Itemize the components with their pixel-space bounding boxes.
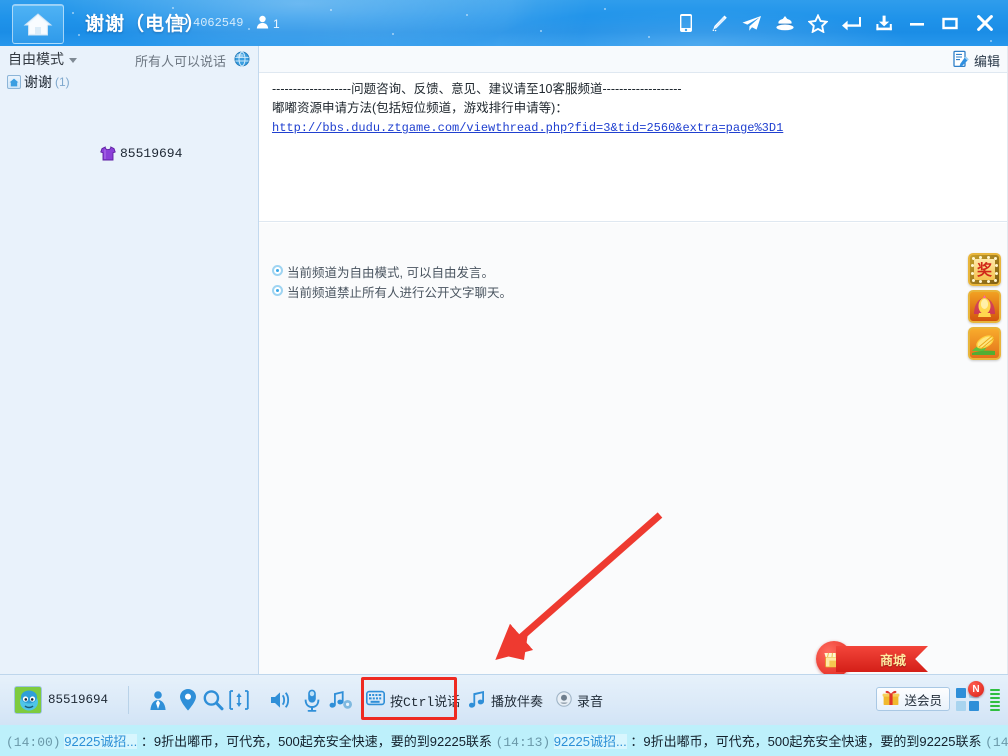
star-favorite-icon[interactable]	[801, 0, 834, 46]
search-icon[interactable]	[200, 687, 226, 713]
ticker-user: 92225诚招...	[64, 734, 137, 749]
music-note-icon	[469, 690, 486, 711]
close-icon[interactable]	[966, 0, 1004, 46]
corn-gift-icon[interactable]	[968, 327, 1001, 360]
broadcast-ticker[interactable]: (14:00) 92225诚招... ：9折出嘟币，可代充，500起充安全快速，…	[0, 725, 1008, 756]
avatar[interactable]	[14, 686, 42, 714]
home-icon	[23, 11, 53, 37]
bullet-dot-icon	[272, 285, 283, 296]
channel-sidebar: 自由模式 所有人可以说话 谢谢 (1)	[0, 46, 259, 674]
vertical-resize-icon[interactable]	[226, 687, 252, 713]
home-button[interactable]	[12, 4, 64, 44]
sidebar-channel-item[interactable]: 谢谢 (1)	[0, 72, 259, 92]
channel-mode-selector[interactable]: 自由模式	[8, 49, 77, 69]
system-message: 当前频道禁止所有人进行公开文字聊天。	[272, 282, 512, 301]
speak-permission-label: 所有人可以说话	[135, 51, 226, 70]
bullet-dot-icon	[272, 265, 283, 276]
gift-vip-label: 送会员	[904, 690, 942, 709]
easter-egg-icon[interactable]	[968, 290, 1001, 323]
ticker-user: 92225诚招...	[554, 734, 627, 749]
notice-line-2: 嘟嘟资源申请方法(包括短位频道，游戏排行申请等)：	[272, 99, 995, 118]
channel-user-count: (1)	[55, 75, 70, 89]
airplane-icon[interactable]	[735, 0, 768, 46]
officer-cap-icon[interactable]	[768, 0, 801, 46]
edit-notice-button[interactable]: 编辑	[952, 50, 1000, 71]
gift-vip-button[interactable]: 送会员	[876, 687, 950, 711]
record-circle-icon	[556, 691, 572, 710]
notice-line-1: -------------------问题咨询、反馈、意见、建议请至10客服频道…	[272, 80, 995, 99]
volume-level-icon[interactable]	[990, 689, 1000, 711]
speaker-volume-icon[interactable]	[268, 687, 294, 713]
divider	[128, 686, 129, 714]
room-id-label: ID	[177, 16, 188, 28]
member-count-value: 1	[273, 17, 280, 31]
dudu-voice-chat-window: 谢谢（电信） ID 4062549 1	[0, 0, 1008, 756]
channel-name: 谢谢	[24, 72, 52, 92]
system-message-text: 当前频道为自由模式, 可以自由发言。	[287, 262, 494, 281]
notice-link[interactable]: http://bbs.dudu.ztgame.com/viewthread.ph…	[272, 119, 783, 138]
record-button[interactable]: 录音	[556, 687, 603, 713]
location-pin-icon[interactable]	[175, 687, 201, 713]
status-badge: N	[968, 681, 984, 697]
globe-icon[interactable]	[234, 51, 250, 72]
member-count: 1	[256, 15, 280, 32]
shop-button[interactable]: 商城	[836, 646, 928, 672]
channel-home-icon	[7, 75, 21, 89]
chat-message-area: 当前频道为自由模式, 可以自由发言。 当前频道禁止所有人进行公开文字聊天。 奖	[259, 223, 1008, 674]
push-to-talk-label: 按Ctrl说话	[390, 691, 460, 710]
maximize-icon[interactable]	[933, 0, 966, 46]
music-settings-icon[interactable]	[328, 687, 354, 713]
channel-mode-label: 自由模式	[8, 49, 64, 69]
mobile-phone-icon[interactable]	[669, 0, 702, 46]
list-item[interactable]: 85519694	[0, 143, 259, 163]
ticker-text: ：9折出嘟币，可代充，500起充安全快速，要的到92225联系	[141, 734, 492, 749]
gift-box-icon	[882, 690, 900, 709]
edit-notice-label: 编辑	[974, 51, 1000, 70]
list-item-label: 85519694	[120, 146, 182, 161]
room-id-value: 4062549	[193, 16, 243, 30]
push-to-talk-button[interactable]: 按Ctrl说话	[366, 687, 460, 713]
play-accompaniment-button[interactable]: 播放伴奏	[469, 687, 543, 713]
person-tie-icon[interactable]	[145, 687, 171, 713]
minimize-icon[interactable]	[900, 0, 933, 46]
download-icon[interactable]	[867, 0, 900, 46]
shop-label: 商城	[880, 650, 906, 669]
ticker-time: (14:13)	[496, 735, 551, 750]
chevron-down-icon	[69, 58, 77, 63]
promo-icon-stack: 奖	[968, 253, 1001, 360]
channel-notice: -------------------问题咨询、反馈、意见、建议请至10客服频道…	[259, 73, 1008, 222]
prize-glyph: 奖	[974, 259, 995, 280]
main-panel: 编辑 -------------------问题咨询、反馈、意见、建议请至10客…	[259, 46, 1008, 674]
system-message: 当前频道为自由模式, 可以自由发言。	[272, 262, 494, 281]
ticker-time: (14:13)	[985, 735, 1008, 750]
prize-lottery-icon[interactable]: 奖	[968, 253, 1001, 286]
ticker-text: ：9折出嘟币，可代充，500起充安全快速，要的到92225联系	[630, 734, 981, 749]
notice-header: 编辑	[259, 46, 1008, 73]
pencil-edit-icon[interactable]	[702, 0, 735, 46]
ticker-content: (14:00) 92225诚招... ：9折出嘟币，可代充，500起充安全快速，…	[0, 731, 1008, 750]
title-bar: 谢谢（电信） ID 4062549 1	[0, 0, 1008, 46]
current-user-name: 85519694	[48, 693, 108, 707]
enter-return-icon[interactable]	[834, 0, 867, 46]
record-label: 录音	[577, 691, 603, 710]
edit-document-icon	[952, 50, 970, 71]
titlebar-icon-group	[669, 0, 1004, 46]
keyboard-icon	[366, 690, 385, 710]
ticker-time: (14:00)	[6, 735, 61, 750]
play-accompaniment-label: 播放伴奏	[491, 691, 543, 710]
person-icon	[256, 15, 269, 32]
system-message-text: 当前频道禁止所有人进行公开文字聊天。	[287, 282, 512, 301]
purple-shirt-icon	[100, 146, 116, 161]
bottom-toolbar: 85519694	[0, 674, 1008, 725]
microphone-icon[interactable]	[299, 687, 325, 713]
